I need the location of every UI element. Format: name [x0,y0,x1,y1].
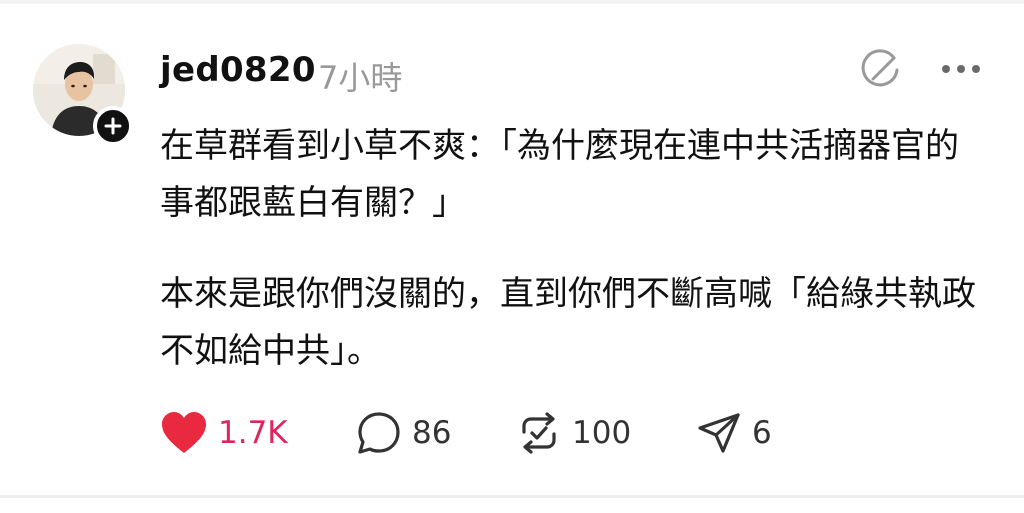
share-button[interactable]: 6 [696,410,772,456]
like-count: 1.7K [218,415,288,451]
bottom-divider [0,495,1024,498]
heart-icon [162,412,206,453]
post-paragraph: 本來是跟你們沒關的，直到你們不斷高喊「給綠共執政不如給中共」。 [160,274,976,371]
edit-circle-icon[interactable] [858,46,904,92]
send-icon [698,413,740,453]
post-timestamp: 7小時 [318,59,403,97]
plus-icon [104,117,122,135]
reply-button[interactable]: 86 [356,410,451,456]
post-paragraph: 在草群看到小草不爽：「為什麼現在連中共活摘器官的事都跟藍白有關？」 [160,126,959,223]
follow-button[interactable] [93,106,133,146]
post-body: 在草群看到小草不爽：「為什麼現在連中共活摘器官的事都跟藍白有關？」 本來是跟你們… [160,118,980,380]
more-horizontal-icon[interactable] [938,56,984,82]
reply-count: 86 [412,415,452,451]
share-count: 6 [752,415,772,451]
repost-button[interactable]: 100 [516,410,631,456]
top-divider [0,0,1024,4]
author-avatar-wrap[interactable] [33,44,133,146]
repost-count: 100 [572,415,632,451]
like-button[interactable]: 1.7K [160,410,288,456]
comment-icon [358,412,400,454]
author-username[interactable]: jed0820 [160,50,316,90]
repost-icon [522,412,556,454]
